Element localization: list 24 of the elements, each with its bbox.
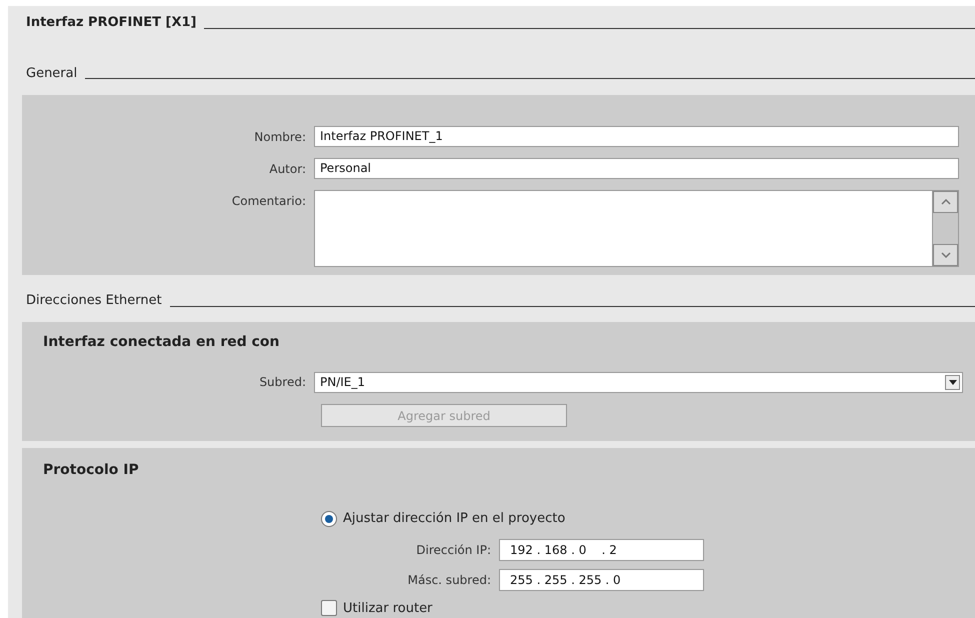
field-label: Dirección IP: xyxy=(415,542,492,558)
checkbox-label: Utilizar router xyxy=(343,600,432,618)
field-label: Comentario: xyxy=(230,193,307,210)
field-label: Nombre: xyxy=(253,129,307,146)
field-label: Másc. subred: xyxy=(406,572,492,588)
panel-heading: Protocolo IP xyxy=(43,462,139,478)
scroll-up-icon[interactable] xyxy=(933,191,958,213)
scrollbar[interactable] xyxy=(932,191,958,266)
radio-button[interactable] xyxy=(321,510,337,527)
section-heading: Interfaz PROFINET [X1] xyxy=(26,14,196,32)
text-field[interactable]: Personal xyxy=(314,158,959,179)
text-field[interactable]: Interfaz PROFINET_1 xyxy=(314,126,959,147)
radio-label: Ajustar dirección IP en el proyecto xyxy=(343,510,566,528)
scroll-down-icon[interactable] xyxy=(933,244,958,266)
ip-field[interactable]: 255 . 255 . 255 . 0 xyxy=(499,568,704,590)
subnet-dropdown[interactable]: PN/IE_1 xyxy=(314,372,963,393)
field-label: Subred: xyxy=(258,374,307,392)
panel-heading: Interfaz conectada en red con xyxy=(43,334,280,350)
section-heading: Direcciones Ethernet xyxy=(26,292,162,310)
section-heading: General xyxy=(26,64,78,82)
comment-field[interactable] xyxy=(314,190,959,267)
ip-field[interactable]: 192 . 168 . 0 . 2 xyxy=(499,538,704,560)
field-label: Autor: xyxy=(268,161,307,178)
checkbox[interactable] xyxy=(321,600,337,616)
